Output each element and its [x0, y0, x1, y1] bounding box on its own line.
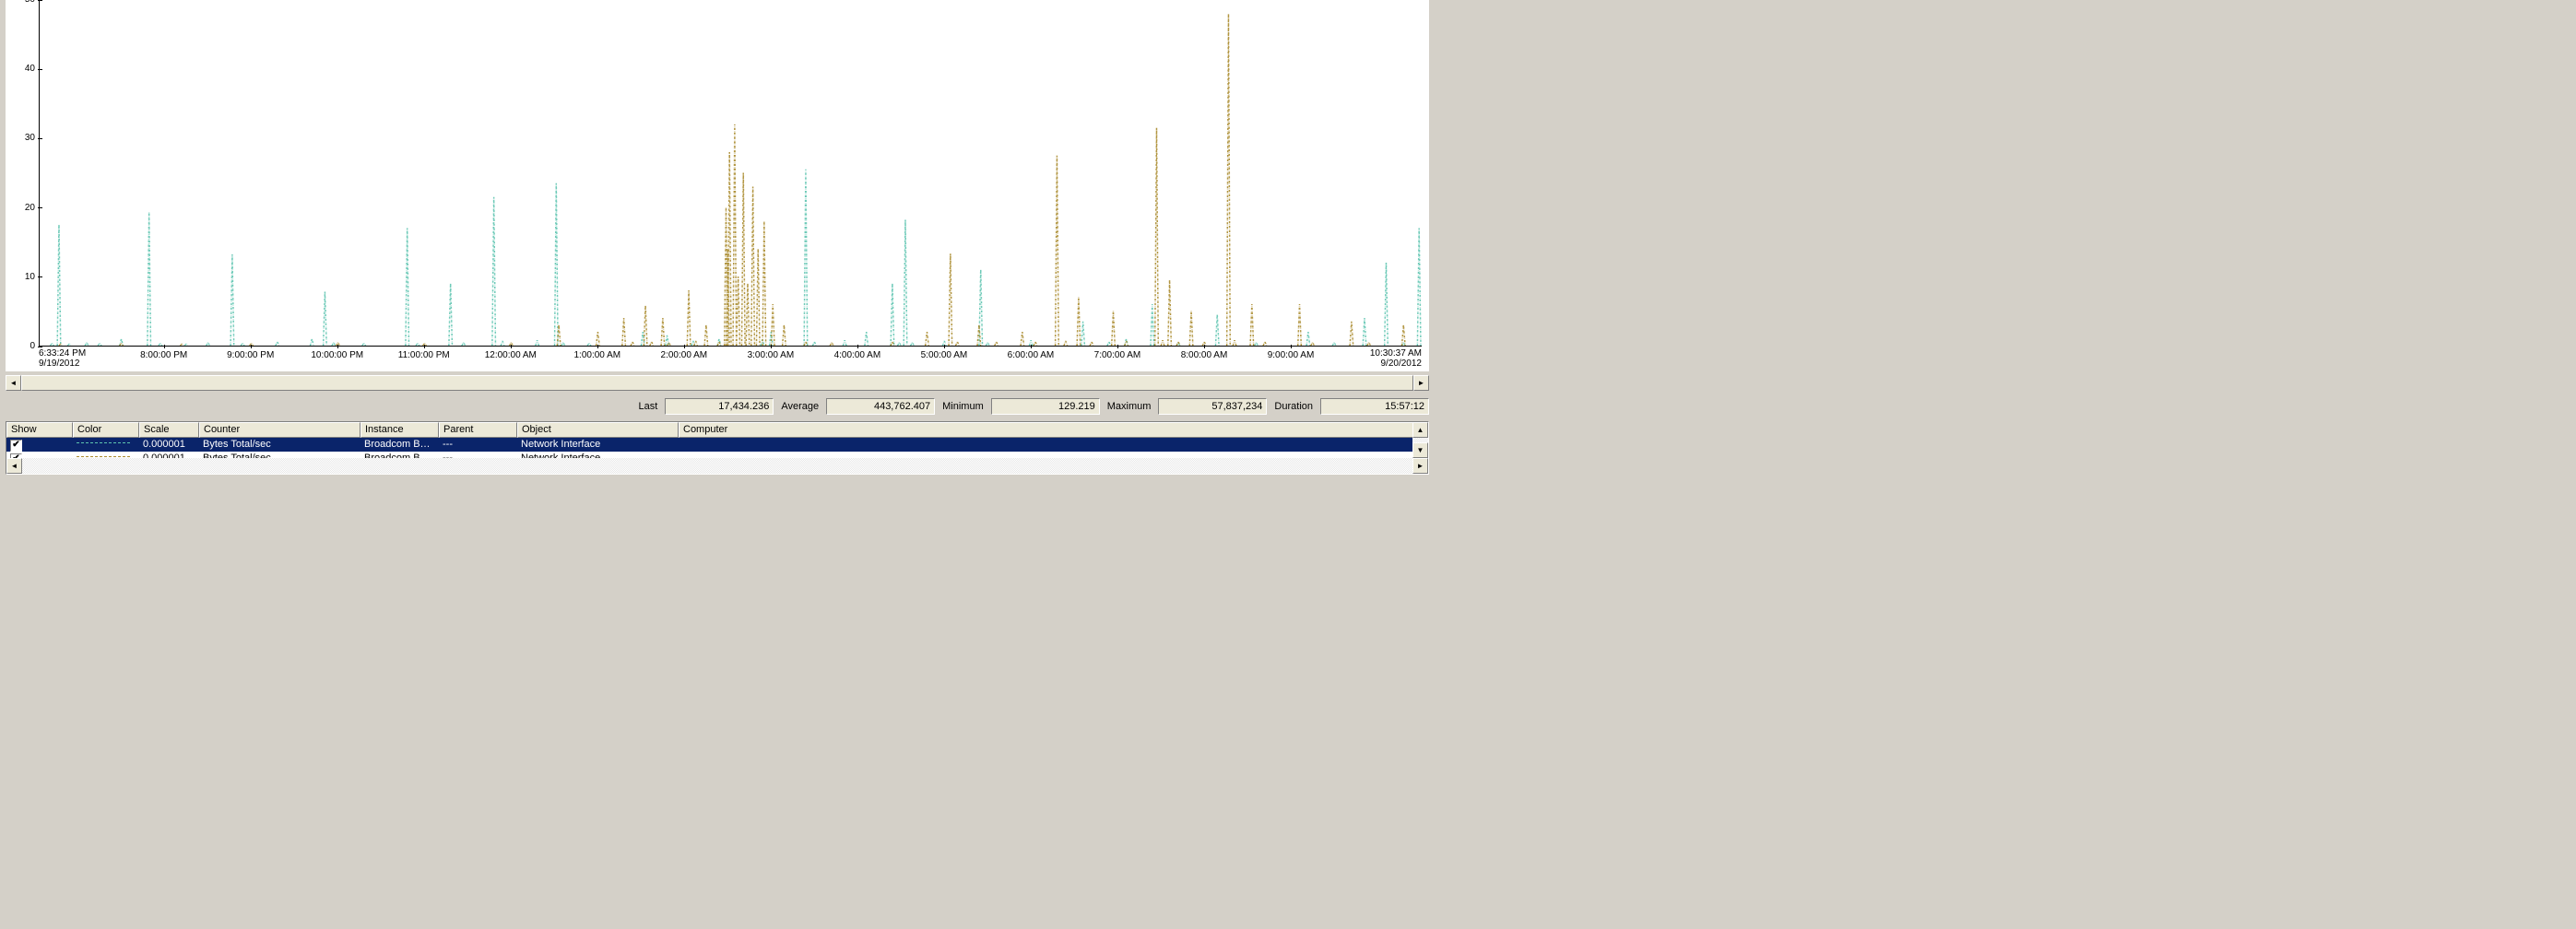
- col-computer[interactable]: Computer: [679, 422, 1428, 438]
- chart-series: [59, 14, 1405, 346]
- x-tick-label: 10:00:00 PM: [311, 350, 363, 360]
- col-scale[interactable]: Scale: [139, 422, 199, 438]
- x-tick-label: 7:00:00 AM: [1094, 350, 1141, 360]
- maximum-value: 57,837,234: [1158, 398, 1267, 415]
- x-tick-label: 1:00:00 AM: [574, 350, 621, 360]
- x-tick-label: 9:00:00 AM: [1268, 350, 1315, 360]
- y-tick: 50: [6, 0, 37, 5]
- table-vscroll[interactable]: ▲ ▼: [1412, 422, 1428, 458]
- chart-scrollbar[interactable]: ◄ ►: [6, 375, 1429, 391]
- col-show[interactable]: Show: [6, 422, 73, 438]
- vscroll-up-button[interactable]: ▲: [1412, 422, 1428, 438]
- hscroll-right-button[interactable]: ►: [1412, 458, 1428, 474]
- x-tick-label: 2:00:00 AM: [661, 350, 708, 360]
- x-tick-label: 3:00:00 AM: [748, 350, 795, 360]
- table-body: ✔ 0.000001Bytes Total/secBroadcom BCM5716…: [6, 438, 1428, 458]
- table-header: Show Color Scale Counter Instance Parent…: [6, 422, 1428, 438]
- cell-object: Network Interface: [517, 438, 679, 452]
- col-parent[interactable]: Parent: [439, 422, 517, 438]
- y-tick: 10: [6, 272, 37, 282]
- maximum-label: Maximum: [1107, 401, 1152, 412]
- col-object[interactable]: Object: [517, 422, 679, 438]
- duration-label: Duration: [1274, 401, 1313, 412]
- x-axis: 6:33:24 PM9/19/2012 10:30:37 AM9/20/2012 8…: [39, 348, 1422, 371]
- color-sample: [77, 456, 130, 457]
- scroll-thumb[interactable]: [21, 375, 1413, 391]
- chart-svg: [40, 0, 1422, 346]
- col-counter[interactable]: Counter: [199, 422, 360, 438]
- x-tick-label: 4:00:00 AM: [834, 350, 881, 360]
- duration-value: 15:57:12: [1320, 398, 1429, 415]
- stats-bar: Last 17,434.236 Average 443,762.407 Mini…: [6, 398, 1429, 415]
- table-row[interactable]: ✔ 0.000001Bytes Total/secBroadcom BCM5716…: [6, 438, 1428, 452]
- x-tick-label: 12:00:00 AM: [485, 350, 537, 360]
- y-tick: 20: [6, 203, 37, 213]
- cell-computer: [679, 438, 1428, 452]
- scroll-right-button[interactable]: ►: [1413, 375, 1429, 391]
- y-axis: 0 10 20 30 40 50: [6, 0, 37, 371]
- minimum-value: 129.219: [991, 398, 1100, 415]
- x-tick-label: 8:00:00 AM: [1181, 350, 1228, 360]
- hscroll-left-button[interactable]: ◄: [6, 458, 22, 474]
- col-instance[interactable]: Instance: [360, 422, 439, 438]
- x-tick-label: 8:00:00 PM: [140, 350, 187, 360]
- x-tick-label: 9:00:00 PM: [227, 350, 274, 360]
- counter-table[interactable]: Show Color Scale Counter Instance Parent…: [6, 421, 1429, 475]
- x-start-label: 6:33:24 PM9/19/2012: [39, 348, 86, 369]
- cell-instance: Broadcom BCM5716C N...: [360, 438, 439, 452]
- chart-plot[interactable]: [39, 0, 1422, 347]
- vscroll-down-button[interactable]: ▼: [1412, 442, 1428, 458]
- x-tick-label: 11:00:00 PM: [398, 350, 450, 360]
- col-color[interactable]: Color: [73, 422, 139, 438]
- x-tick-label: 6:00:00 AM: [1008, 350, 1055, 360]
- chart-area: 0 10 20 30 40 50 6:33:24 PM9/19/2012 10:30:37 …: [6, 0, 1429, 371]
- cell-scale: 0.000001: [139, 438, 199, 452]
- cell-parent: ---: [439, 438, 517, 452]
- color-sample: [77, 442, 130, 443]
- hscroll-track[interactable]: [22, 458, 1412, 474]
- x-tick-label: 5:00:00 AM: [921, 350, 968, 360]
- table-hscroll[interactable]: ◄ ►: [6, 458, 1428, 474]
- average-label: Average: [781, 401, 819, 412]
- show-checkbox[interactable]: ✔: [10, 440, 22, 452]
- last-value: 17,434.236: [665, 398, 774, 415]
- last-label: Last: [639, 401, 658, 412]
- scroll-track[interactable]: [21, 375, 1413, 391]
- cell-counter: Bytes Total/sec: [199, 438, 360, 452]
- y-tick: 40: [6, 64, 37, 74]
- y-tick: 0: [6, 341, 37, 351]
- scroll-left-button[interactable]: ◄: [6, 375, 21, 391]
- minimum-label: Minimum: [942, 401, 984, 412]
- x-end-label: 10:30:37 AM9/20/2012: [1370, 348, 1422, 369]
- y-tick: 30: [6, 133, 37, 143]
- average-value: 443,762.407: [826, 398, 935, 415]
